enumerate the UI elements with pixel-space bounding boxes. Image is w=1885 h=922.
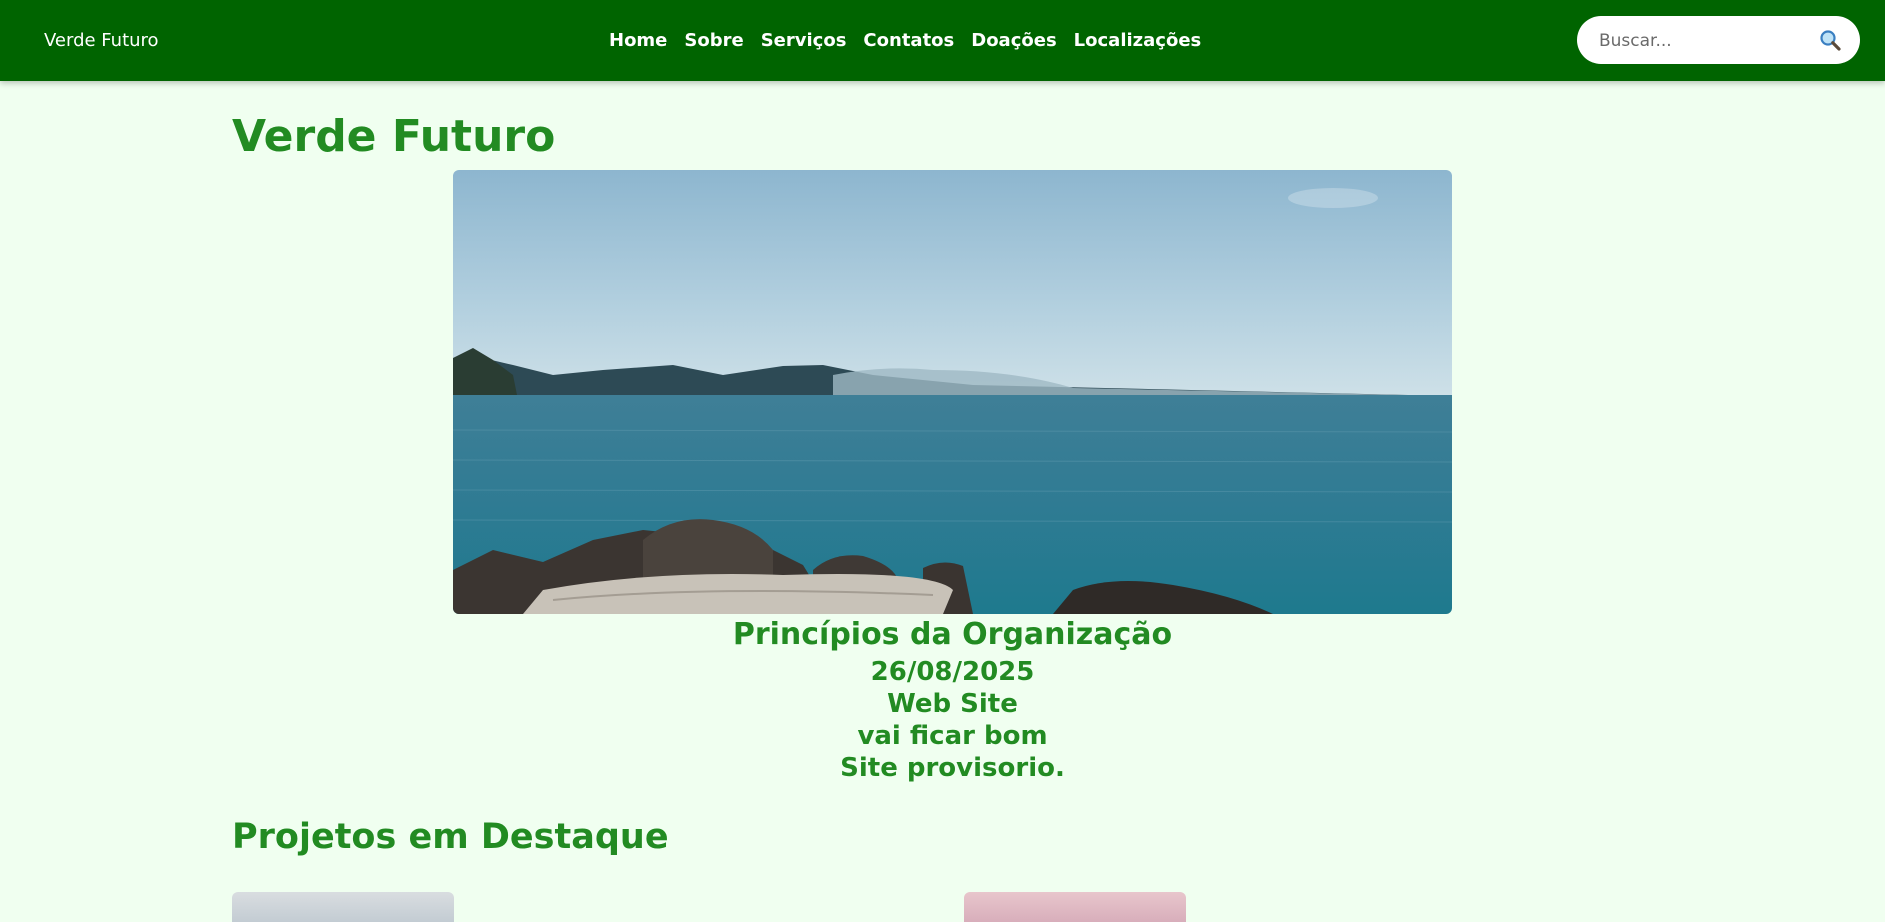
search-box <box>1577 16 1860 66</box>
hero-image <box>453 170 1452 614</box>
brand-link[interactable]: Verde Futuro <box>44 0 159 81</box>
project-card-image[interactable] <box>232 892 454 922</box>
principles-line: Site provisorio. <box>840 753 1065 783</box>
principles-heading: Princípios da Organização <box>732 617 1173 652</box>
principles-line: 26/08/2025 <box>870 657 1035 687</box>
nav-link-sobre[interactable]: Sobre <box>684 30 743 51</box>
principles-line: vai ficar bom <box>857 721 1048 751</box>
nav-link-doacoes[interactable]: Doações <box>971 30 1056 51</box>
main-nav: Home Sobre Serviços Contatos Doações Loc… <box>609 0 1201 81</box>
nav-link-servicos[interactable]: Serviços <box>761 30 847 51</box>
project-card-image[interactable] <box>964 892 1186 922</box>
search-icon[interactable] <box>1818 28 1842 52</box>
search-input[interactable] <box>1597 16 1811 66</box>
nav-link-localizacoes[interactable]: Localizações <box>1074 30 1202 51</box>
projects-heading: Projetos em Destaque <box>232 817 669 857</box>
principles-line: Web Site <box>887 689 1018 719</box>
principles-section: Princípios da Organização 26/08/2025 Web… <box>453 614 1452 784</box>
top-navbar: Verde Futuro Home Sobre Serviços Contato… <box>0 0 1885 81</box>
page-title: Verde Futuro <box>232 111 556 162</box>
nav-link-home[interactable]: Home <box>609 30 667 51</box>
nav-link-contatos[interactable]: Contatos <box>863 30 954 51</box>
